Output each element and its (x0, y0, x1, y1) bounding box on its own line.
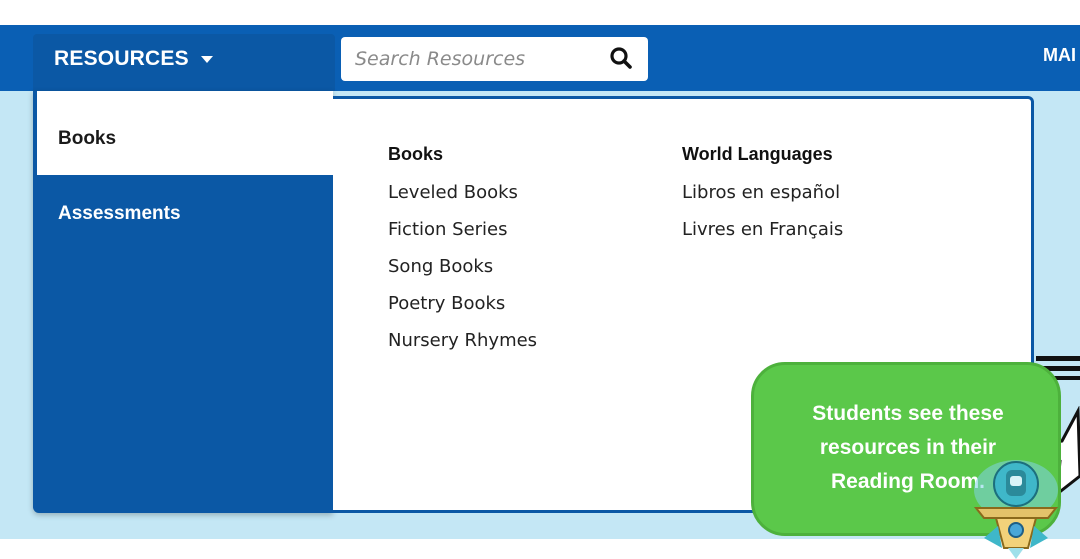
link-poetry-books[interactable]: Poetry Books (388, 293, 537, 330)
search-icon (610, 47, 632, 69)
search-button[interactable] (605, 43, 639, 75)
books-link-list: Leveled Books Fiction Series Song Books … (388, 182, 537, 367)
search-input[interactable] (341, 37, 601, 81)
resources-menu-sidebar: Books Assessments (33, 91, 333, 513)
callout-line: Students see these (812, 402, 1004, 425)
column-heading: World Languages (682, 144, 833, 164)
link-livres-en-francais[interactable]: Livres en Français (682, 219, 843, 256)
resources-label: RESOURCES (54, 47, 189, 70)
top-navigation-bar: RESOURCES MAI (0, 25, 1080, 91)
sidebar-item-label: Books (58, 128, 117, 149)
link-libros-en-espanol[interactable]: Libros en español (682, 182, 843, 219)
robot-mascot-icon (973, 460, 1059, 559)
search-box (341, 37, 648, 81)
top-margin (0, 0, 1080, 25)
column-heading: Books (388, 144, 444, 164)
sidebar-item-label: Assessments (58, 203, 181, 224)
sidebar-item-books[interactable]: Books (37, 91, 333, 175)
world-languages-link-list: Libros en español Livres en Français (682, 182, 843, 256)
link-song-books[interactable]: Song Books (388, 256, 537, 293)
resources-menu-toggle[interactable]: RESOURCES (33, 34, 335, 91)
link-fiction-series[interactable]: Fiction Series (388, 219, 537, 256)
link-leveled-books[interactable]: Leveled Books (388, 182, 537, 219)
sidebar-item-assessments[interactable]: Assessments (37, 191, 333, 235)
page-bottom (0, 539, 1080, 559)
nav-item-manage[interactable]: MAI (1043, 45, 1076, 66)
caret-down-icon (201, 56, 213, 63)
link-nursery-rhymes[interactable]: Nursery Rhymes (388, 330, 537, 367)
